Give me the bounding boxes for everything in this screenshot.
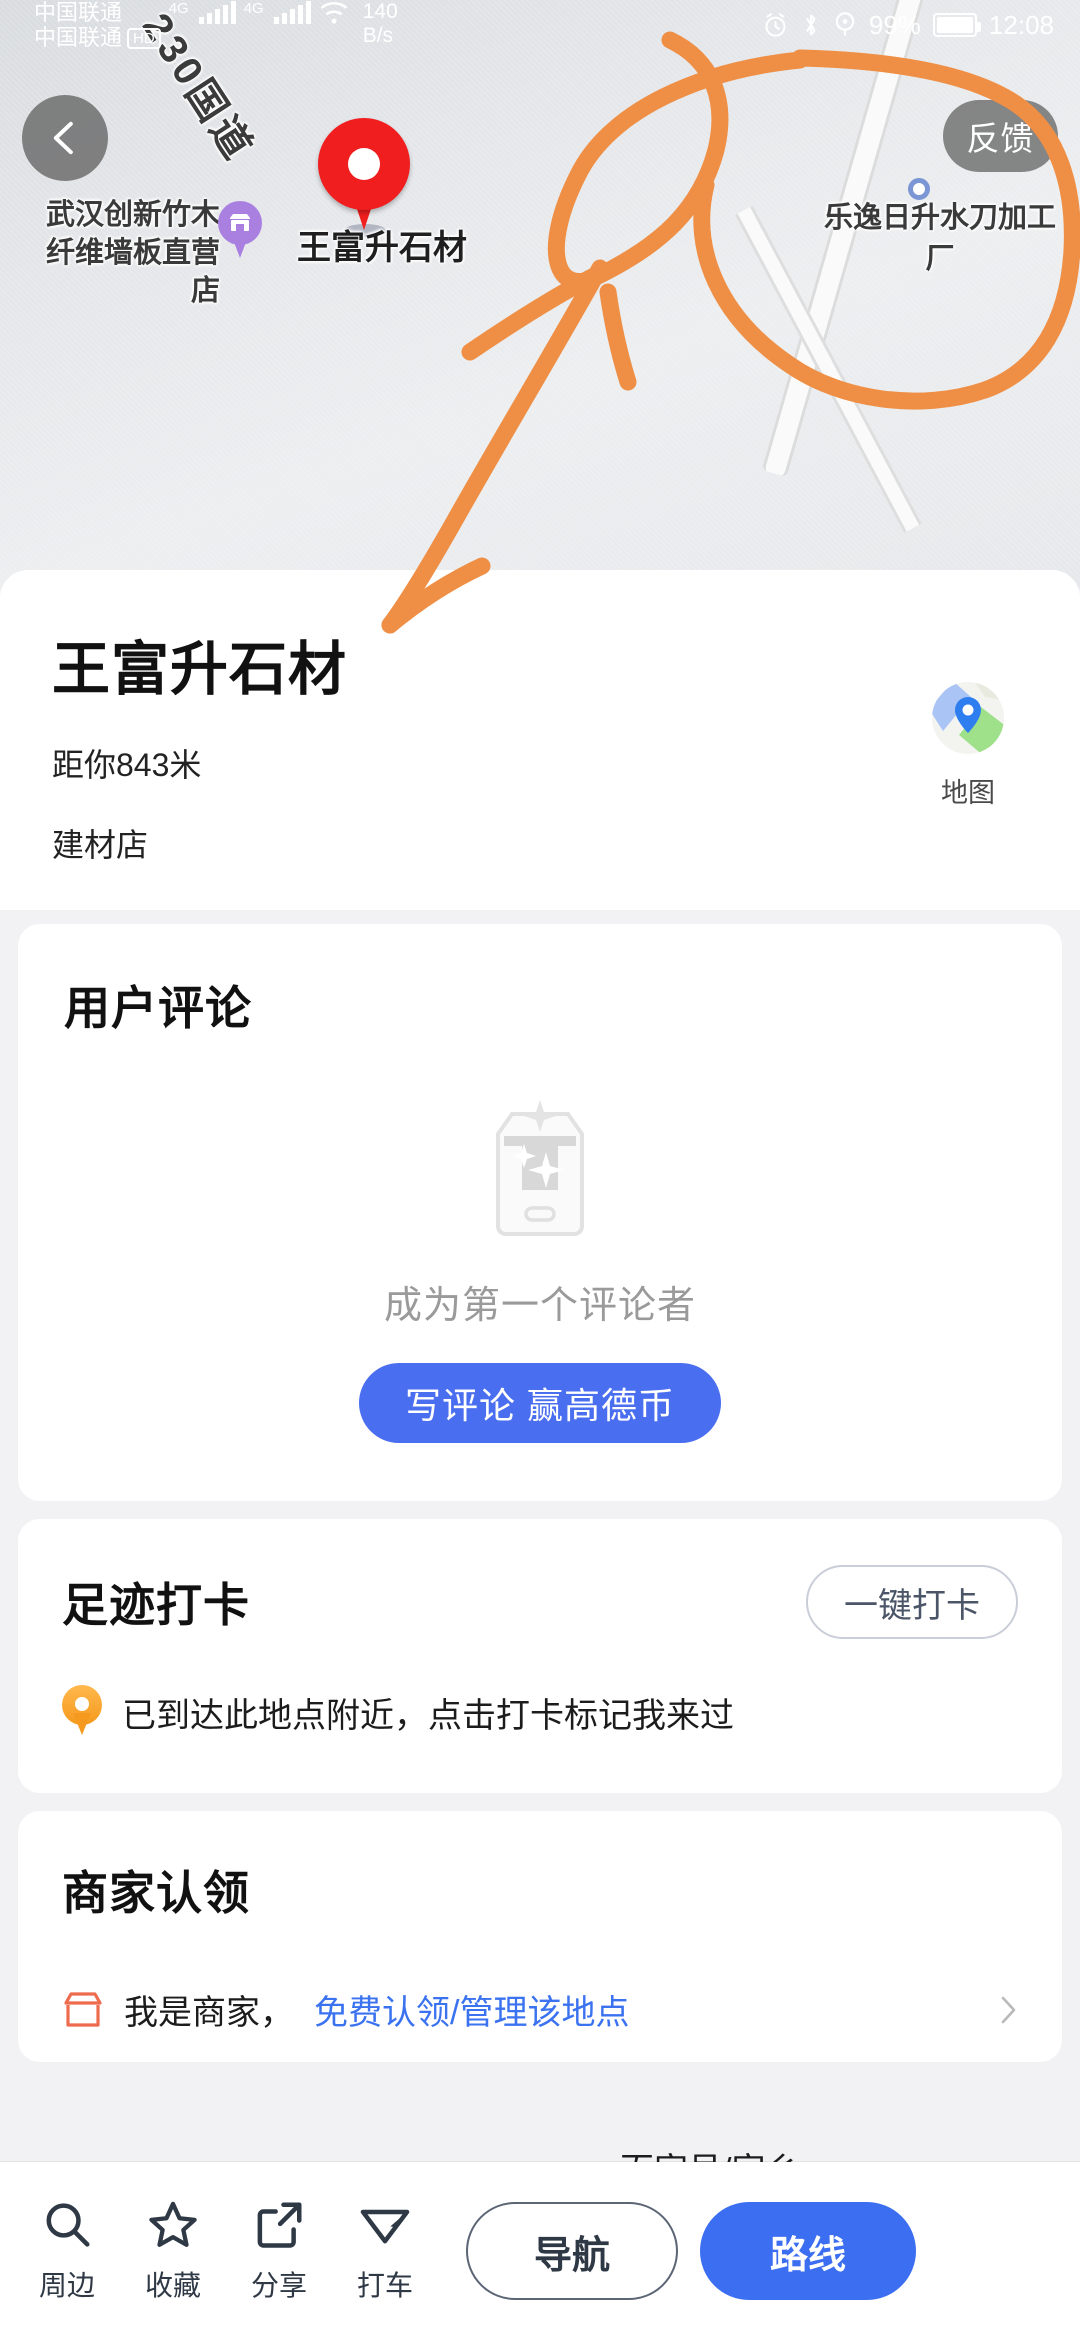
bottom-item-nearby[interactable]: 周边 — [14, 2198, 120, 2304]
bottom-item-share-label: 分享 — [250, 2270, 307, 2301]
reviews-empty-text: 成为第一个评论者 — [383, 1285, 696, 1327]
map-canvas[interactable]: 230国道 武汉创新竹木纤维墙板直营店 王富升石材 乐逸日升水刀加工厂 反馈 — [0, 0, 1080, 588]
alarm-icon — [765, 12, 786, 37]
merchant-claim-card: 商家认领 我是商家， 免费认领/管理该地点 — [18, 1811, 1062, 2062]
route-button[interactable]: 路线 — [700, 2202, 916, 2300]
checkin-hint-row[interactable]: 已到达此地点附近，点击打卡标记我来过 — [62, 1685, 1018, 1739]
write-review-button[interactable]: 写评论 赢高德币 — [358, 1363, 721, 1443]
bottom-item-share[interactable]: 分享 — [226, 2198, 332, 2304]
battery-icon — [932, 13, 981, 37]
signal-icon-2 — [273, 0, 311, 24]
speed-value: 140 — [362, 0, 398, 23]
merchant-claim-row[interactable]: 我是商家， 免费认领/管理该地点 — [62, 1985, 1018, 2062]
empty-box-icon — [496, 1100, 584, 1236]
one-tap-checkin-button[interactable]: 一键打卡 — [806, 1565, 1018, 1639]
pin-dot — [348, 148, 380, 180]
storefront-icon — [230, 214, 250, 231]
map-entry-button[interactable]: 地图 — [908, 679, 1028, 810]
app-screen: 230国道 武汉创新竹木纤维墙板直营店 王富升石材 乐逸日升水刀加工厂 反馈 中… — [0, 0, 1080, 2340]
network-speed: 140 B/s — [363, 0, 398, 48]
carrier-names: 中国联通 中国联通 HD — [34, 0, 161, 50]
bottom-item-nearby-label: 周边 — [38, 2270, 95, 2301]
reviews-card: 用户评论 成为第一个评论者 写评论 赢高德币 — [18, 924, 1062, 1501]
location-icon — [835, 12, 855, 36]
hd-badge: HD — [127, 28, 161, 49]
map-pin-right[interactable] — [908, 178, 930, 200]
checkin-title: 足迹打卡 — [62, 1579, 250, 1631]
feedback-label: 反馈 — [966, 120, 1035, 157]
bottom-item-taxi[interactable]: 打车 — [332, 2198, 438, 2304]
checkin-header: 足迹打卡 一键打卡 — [62, 1565, 1018, 1639]
search-icon — [46, 2203, 90, 2247]
clock-time: 12:08 — [988, 9, 1054, 40]
bottom-item-taxi-label: 打车 — [356, 2270, 413, 2301]
network-type-1: 4G — [168, 0, 189, 17]
map-poi-label-right: 乐逸日升水刀加工厂 — [823, 202, 1056, 275]
carrier-1: 中国联通 — [34, 0, 123, 25]
poi-category: 建材店 — [52, 827, 149, 863]
star-icon — [149, 2201, 197, 2247]
map-entry-label: 地图 — [941, 777, 995, 808]
reviews-empty-state: 成为第一个评论者 写评论 赢高德币 — [64, 1100, 1016, 1443]
carrier-2: 中国联通 — [34, 25, 123, 50]
speed-unit: B/s — [362, 24, 394, 47]
poi-title: 王富升石材 — [52, 637, 348, 702]
status-bar-left: 中国联通 中国联通 HD 4G 4G 140 B/s — [0, 0, 398, 50]
status-bar: 中国联通 中国联通 HD 4G 4G 140 B/s 99% 12:08 — [0, 0, 1080, 50]
signal-icon-1 — [198, 0, 236, 24]
feedback-button[interactable]: 反馈 — [943, 100, 1058, 172]
map-pin-shop[interactable] — [218, 201, 262, 259]
shop-pin-tail — [231, 234, 249, 258]
wifi-icon — [320, 1, 348, 24]
reviews-title: 用户评论 — [64, 982, 252, 1034]
chevron-right-icon — [1001, 1996, 1016, 2023]
bottom-action-bar: 周边 收藏 分享 打车 导航 路线 — [0, 2162, 1080, 2340]
bottom-item-favorite-label: 收藏 — [144, 2270, 201, 2301]
battery-percent: 99% — [868, 9, 921, 40]
poi-info: 王富升石材 距你843米 建材店 — [52, 622, 908, 866]
storefront-outline-icon — [64, 1991, 102, 2027]
map-poi-label-shop: 武汉创新竹木纤维墙板直营店 — [45, 199, 220, 307]
poi-detail-sheet: 王富升石材 距你843米 建材店 地图 用户评论 成为第一个评论者 写评论 赢高… — [0, 570, 1080, 2340]
chevron-left-icon — [53, 121, 73, 155]
map-poi-label-selected: 王富升石材 — [297, 229, 467, 267]
merchant-row-prefix: 我是商家， — [124, 1994, 294, 2032]
share-icon — [257, 2202, 302, 2248]
taxi-icon — [360, 2209, 410, 2244]
checkin-hint-text: 已到达此地点附近，点击打卡标记我来过 — [122, 1696, 734, 1735]
merchant-claim-link[interactable]: 免费认领/管理该地点 — [314, 1985, 629, 2034]
back-button[interactable] — [22, 95, 108, 181]
map-pin-selected[interactable] — [318, 118, 410, 237]
poi-distance: 距你843米 — [52, 747, 202, 783]
bluetooth-icon — [806, 14, 816, 36]
location-pin-icon — [62, 1685, 102, 1739]
navigate-button[interactable]: 导航 — [466, 2202, 678, 2300]
carrier-2-wrap: 中国联通 HD — [34, 25, 161, 50]
checkin-card: 足迹打卡 一键打卡 已到达此地点附近，点击打卡标记我来过 — [18, 1519, 1062, 1793]
bottom-item-favorite[interactable]: 收藏 — [120, 2198, 226, 2304]
poi-header-card: 王富升石材 距你843米 建材店 地图 — [0, 570, 1080, 910]
merchant-claim-title: 商家认领 — [62, 1867, 250, 1919]
map-app-icon — [929, 679, 1007, 757]
network-type-2: 4G — [243, 0, 264, 17]
status-bar-right: 99% 12:08 — [762, 10, 1080, 41]
